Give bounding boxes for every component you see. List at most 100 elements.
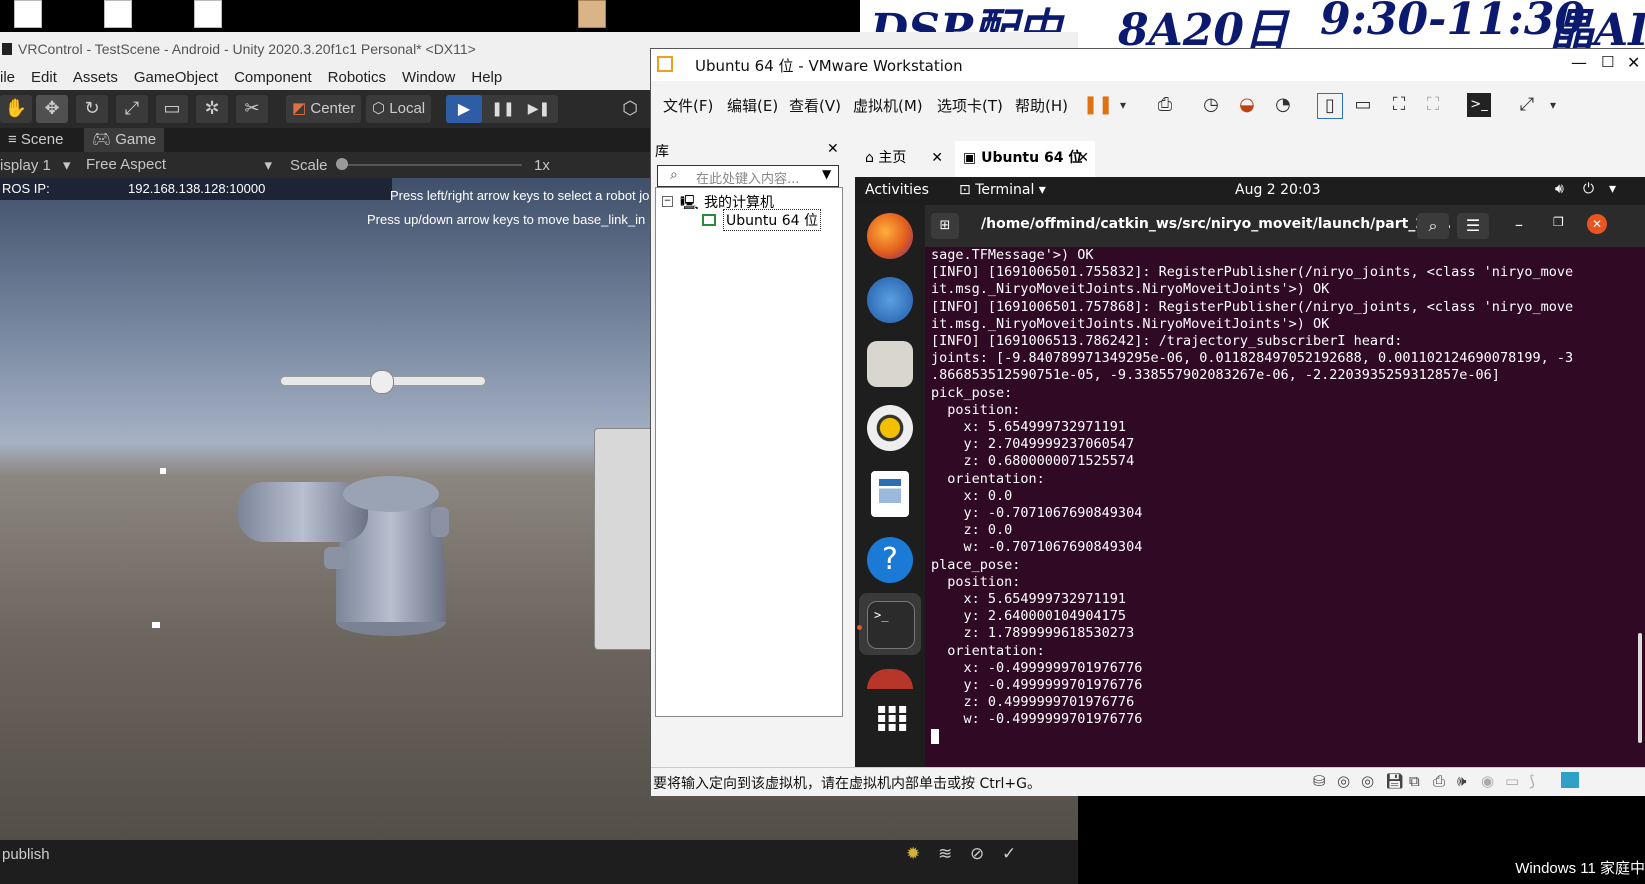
menu-window[interactable]: Window <box>402 66 455 90</box>
writer-icon[interactable] <box>871 471 909 517</box>
transform-tool-icon[interactable]: ✲ <box>196 95 228 123</box>
ubuntu-screen[interactable]: Activities ⊡ Terminal ▾ Aug 2 20:03 🔊︎ ⏻… <box>855 177 1645 767</box>
menu-gameobject[interactable]: GameObject <box>134 66 218 90</box>
close-icon[interactable]: ✕ <box>827 141 839 157</box>
chevron-down-icon[interactable]: ▾ <box>1111 93 1135 117</box>
layers-icon[interactable]: ≋ <box>938 844 952 864</box>
network-icon[interactable]: ⧉ <box>1409 772 1420 790</box>
tree-vm-item[interactable]: Ubuntu 64 位 <box>723 209 821 231</box>
revert-snapshot-icon[interactable]: ◒ <box>1235 93 1259 117</box>
menu-help[interactable]: 帮助(H) <box>1015 95 1068 116</box>
close-icon[interactable]: ✕ <box>1077 141 1089 175</box>
move-tool-icon[interactable]: ✥ <box>36 95 68 123</box>
desktop-file-icon[interactable] <box>104 0 132 28</box>
cdrom-icon[interactable]: ◎ <box>1337 772 1350 790</box>
minimize-icon[interactable]: – <box>1515 215 1523 234</box>
rect-tool-icon[interactable]: ▭ <box>156 95 188 123</box>
terminal-icon[interactable]: >_ <box>867 601 915 649</box>
desktop-file-icon[interactable] <box>14 0 42 28</box>
help-icon[interactable]: ? <box>867 537 913 583</box>
library-search-input[interactable]: ⌕ 在此处键入内容... ▼ <box>657 165 839 187</box>
console-view-icon[interactable]: >_ <box>1467 93 1491 117</box>
hamburger-menu-icon[interactable]: ☰ <box>1457 213 1489 239</box>
chevron-down-icon[interactable]: ▾ <box>1609 181 1616 197</box>
menu-view[interactable]: 查看(V) <box>789 95 841 116</box>
menu-robotics[interactable]: Robotics <box>328 66 386 90</box>
tree-root-label[interactable]: 我的计算机 <box>704 192 774 212</box>
menu-assets[interactable]: Assets <box>73 66 118 90</box>
floppy-icon[interactable]: 💾︎ <box>1385 772 1404 790</box>
chevron-down-icon[interactable]: ▾ <box>1541 93 1565 117</box>
activities-button[interactable]: Activities <box>865 182 929 198</box>
chevron-down-icon[interactable]: ▼ <box>822 167 831 181</box>
files-icon[interactable] <box>867 341 913 387</box>
app-icon-partial[interactable] <box>867 669 913 689</box>
restore-icon[interactable]: ❐ <box>1553 215 1564 229</box>
step-button[interactable]: ▶❚ <box>522 95 556 123</box>
menu-help[interactable]: Help <box>471 66 502 90</box>
pivot-local-toggle[interactable]: ⬡ Local <box>366 95 432 123</box>
close-icon[interactable]: ✕ <box>931 141 943 175</box>
joint-slider-thumb[interactable] <box>370 370 394 394</box>
play-button[interactable]: ▶ <box>446 95 482 123</box>
bug-icon[interactable]: ✹ <box>906 844 920 864</box>
clock[interactable]: Aug 2 20:03 <box>1235 182 1321 198</box>
snapshot-icon[interactable]: ◷ <box>1199 93 1223 117</box>
power-icon[interactable]: ⏻ <box>1583 181 1594 197</box>
close-icon[interactable]: ✕ <box>1627 53 1640 72</box>
thunderbird-icon[interactable] <box>867 277 913 323</box>
pause-button[interactable]: ❚❚ <box>486 95 520 123</box>
menu-file[interactable]: ile <box>0 66 15 90</box>
tab-home[interactable]: ⌂ 主页 ✕ <box>857 141 949 177</box>
scale-slider[interactable] <box>342 164 522 166</box>
harddisk-icon[interactable]: ⛁ <box>1313 772 1326 790</box>
terminal-scrollbar[interactable] <box>1638 633 1642 743</box>
stretch-icon[interactable]: ⤢ <box>1515 93 1539 117</box>
pivot-center-toggle[interactable]: ◩ Center <box>286 95 362 123</box>
unity-mode-icon[interactable]: ⛶ <box>1421 93 1445 117</box>
cdrom-icon[interactable]: ◎ <box>1361 772 1374 790</box>
sound-icon[interactable]: 🕪︎ <box>1457 772 1466 790</box>
message-log-icon[interactable] <box>1561 772 1579 788</box>
printer-icon[interactable]: ⎙ <box>1433 772 1445 790</box>
rhythmbox-icon[interactable] <box>867 405 913 451</box>
fullscreen-icon[interactable]: ⛶ <box>1387 93 1411 117</box>
sidebar-view-icon[interactable]: ▯ <box>1317 93 1343 119</box>
usb-icon[interactable]: ◉ <box>1481 772 1494 790</box>
scale-tool-icon[interactable]: ⤢ <box>116 95 148 123</box>
thumbnail-view-icon[interactable]: ▭ <box>1351 93 1375 117</box>
display-select[interactable]: isplay 1 ▾ <box>0 156 71 174</box>
scale-slider-thumb[interactable] <box>336 158 348 170</box>
show-apps-icon[interactable]: ▪▪▪ ▪▪▪ ▪▪▪ <box>877 702 907 734</box>
display-icon[interactable]: ▭ <box>1505 772 1519 790</box>
menu-file[interactable]: 文件(F) <box>663 95 713 116</box>
check-circle-icon[interactable]: ✓ <box>1002 844 1016 864</box>
collab-icon[interactable]: ⬡ <box>614 95 646 123</box>
stretch-icon[interactable]: ⟆ <box>1529 772 1535 790</box>
menu-vm[interactable]: 虚拟机(M) <box>853 95 923 116</box>
desktop-file-icon[interactable] <box>194 0 222 28</box>
firefox-icon[interactable] <box>867 213 913 259</box>
no-network-icon[interactable]: ⊘ <box>970 844 984 864</box>
aspect-select[interactable]: Free Aspect ▾ <box>86 156 272 174</box>
ros-ip-value[interactable]: 192.168.138.128:10000 <box>128 181 265 196</box>
rotate-tool-icon[interactable]: ↻ <box>76 95 108 123</box>
tab-scene[interactable]: ≡ Scene <box>0 128 71 152</box>
menu-edit[interactable]: 编辑(E) <box>727 95 778 116</box>
menu-tabs[interactable]: 选项卡(T) <box>937 95 1003 116</box>
collapse-icon[interactable]: − <box>662 196 673 207</box>
desktop-image-icon[interactable] <box>578 0 606 28</box>
new-tab-icon[interactable]: ⊞ <box>931 213 959 239</box>
tab-ubuntu[interactable]: ▣ Ubuntu 64 位 ✕ <box>955 141 1095 177</box>
custom-tool-icon[interactable]: ✂ <box>236 95 268 123</box>
snapshot-manager-icon[interactable]: ◔ <box>1271 93 1295 117</box>
volume-icon[interactable]: 🔊︎ <box>1555 181 1564 197</box>
minimize-icon[interactable]: — <box>1571 53 1587 72</box>
send-keys-icon[interactable]: ⎙ <box>1153 93 1177 117</box>
search-icon[interactable]: ⌕ <box>1417 213 1449 239</box>
suspend-icon[interactable]: ❚❚ <box>1083 93 1113 117</box>
hand-tool-icon[interactable]: ✋ <box>0 95 32 123</box>
terminal-output[interactable]: sage.TFMessage'>) OK [INFO] [1691006501.7… <box>925 247 1645 767</box>
close-icon[interactable]: ✕ <box>1587 214 1607 234</box>
menu-edit[interactable]: Edit <box>31 66 57 90</box>
